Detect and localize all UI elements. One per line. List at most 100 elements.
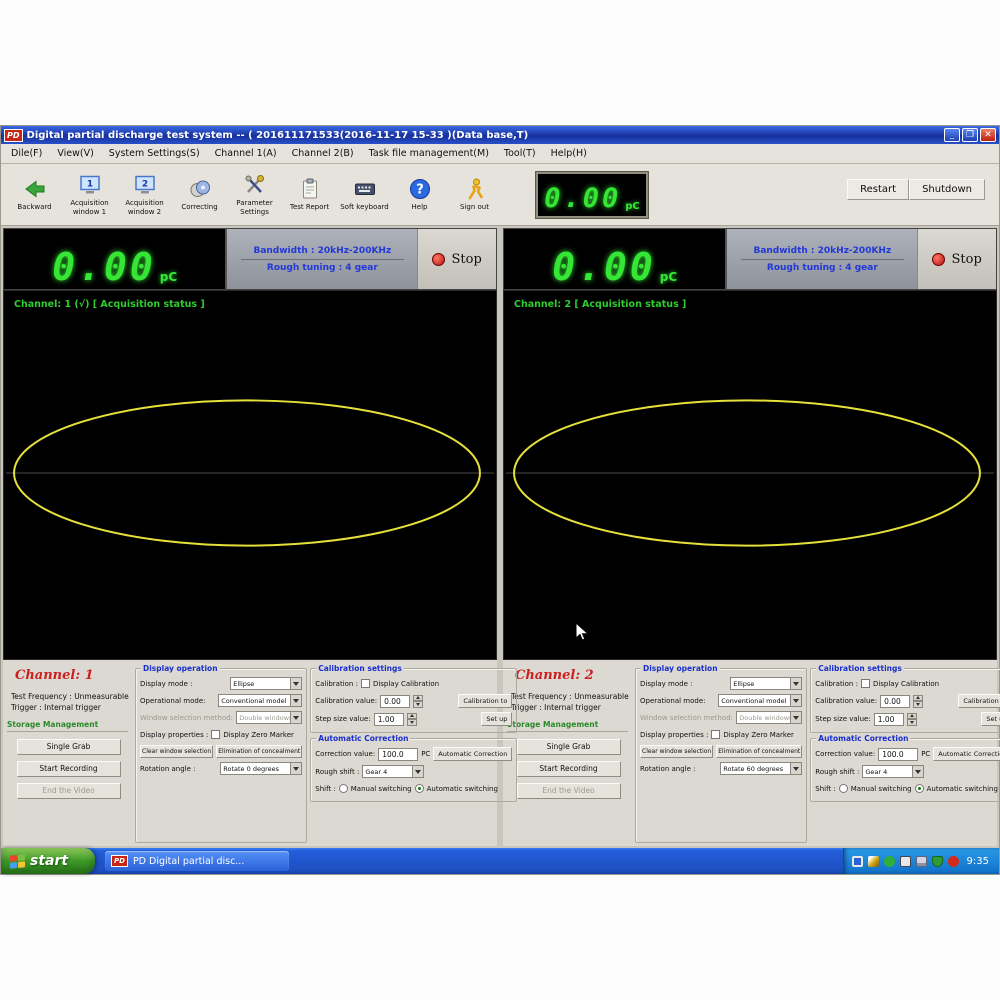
storage-management-header: Storage Management — [507, 720, 628, 732]
window-2-icon: 2 — [133, 173, 157, 197]
display-calibration-checkbox[interactable] — [361, 679, 370, 688]
manual-switching-radio[interactable] — [839, 784, 848, 793]
chevron-down-icon[interactable] — [290, 678, 301, 689]
single-grab-button[interactable]: Single Grab — [517, 739, 621, 755]
ellipse-trace — [4, 291, 496, 659]
group-title: Calibration settings — [316, 664, 404, 673]
stop-button[interactable]: Stop — [917, 229, 996, 289]
single-grab-button[interactable]: Single Grab — [17, 739, 121, 755]
operational-mode-select[interactable]: Conventional model — [718, 694, 802, 707]
setup-button[interactable]: Set up — [481, 712, 512, 726]
automatic-switching-radio[interactable] — [415, 784, 424, 793]
tray-monitor-icon[interactable] — [852, 856, 863, 867]
automatic-correction-button[interactable]: Automatic Correction — [433, 747, 512, 761]
chevron-down-icon[interactable] — [790, 695, 801, 706]
menu-help[interactable]: Help(H) — [551, 148, 587, 159]
chevron-down-icon[interactable] — [290, 763, 301, 774]
stop-button[interactable]: Stop — [417, 229, 496, 289]
toolbar: Backward 1 Acquisition window 1 2 Acquis… — [1, 164, 999, 226]
rough-shift-label: Rough shift : — [315, 768, 359, 776]
clear-window-button[interactable]: Clear window selection — [640, 745, 713, 758]
channel-info-column: Channel: 1 Test Frequency : Unmeasurable… — [5, 663, 132, 843]
spinner-control[interactable] — [407, 713, 417, 726]
menu-channel-2[interactable]: Channel 2(B) — [292, 148, 354, 159]
elimination-button[interactable]: Elimination of concealment — [716, 745, 802, 758]
menu-task-file-management[interactable]: Task file management(M) — [369, 148, 489, 159]
chevron-down-icon[interactable] — [790, 678, 801, 689]
chevron-down-icon[interactable] — [912, 766, 923, 777]
calibration-value-input[interactable]: 0.00 — [880, 695, 910, 708]
shutdown-button[interactable]: Shutdown — [909, 179, 985, 200]
shift-label: Shift : — [815, 785, 836, 793]
minimize-button[interactable]: _ — [944, 128, 960, 142]
menu-tool[interactable]: Tool(T) — [504, 148, 536, 159]
chevron-down-icon[interactable] — [290, 695, 301, 706]
start-recording-button[interactable]: Start Recording — [517, 761, 621, 777]
storage-management-header: Storage Management — [7, 720, 128, 732]
display-mode-select[interactable]: Ellipse — [730, 677, 802, 690]
restart-button[interactable]: Restart — [847, 179, 909, 200]
sign-out-button[interactable]: Sign out — [447, 168, 502, 222]
test-report-button[interactable]: Test Report — [282, 168, 337, 222]
zero-marker-checkbox[interactable] — [711, 730, 720, 739]
menu-view[interactable]: View(V) — [57, 148, 93, 159]
start-recording-button[interactable]: Start Recording — [17, 761, 121, 777]
tray-keyboard-icon[interactable] — [916, 856, 927, 867]
rotation-angle-select[interactable]: Rotate 60 degrees — [720, 762, 802, 775]
menu-system-settings[interactable]: System Settings(S) — [109, 148, 200, 159]
correcting-icon — [188, 177, 212, 201]
display-mode-select[interactable]: Ellipse — [230, 677, 302, 690]
zero-marker-label: Display Zero Marker — [223, 731, 294, 739]
zero-marker-checkbox[interactable] — [211, 730, 220, 739]
channel-title: Channel: 2 — [515, 668, 632, 683]
chevron-down-icon[interactable] — [790, 763, 801, 774]
calibration-to-button[interactable]: Calibration to — [958, 694, 1000, 708]
spinner-control[interactable] — [913, 695, 923, 708]
display-calibration-checkbox[interactable] — [861, 679, 870, 688]
automatic-switching-radio[interactable] — [915, 784, 924, 793]
start-button[interactable]: start — [1, 848, 95, 874]
maximize-button[interactable]: ❐ — [962, 128, 978, 142]
spinner-control[interactable] — [413, 695, 423, 708]
rough-shift-select[interactable]: Gear 4 — [862, 765, 924, 778]
tray-messenger-icon[interactable] — [884, 856, 895, 867]
chevron-down-icon[interactable] — [412, 766, 423, 777]
help-button[interactable]: ? Help — [392, 168, 447, 222]
parameter-settings-button[interactable]: Parameter Settings — [227, 168, 282, 222]
setup-button[interactable]: Set up — [981, 712, 1000, 726]
operational-mode-select[interactable]: Conventional model — [218, 694, 302, 707]
automatic-correction-button[interactable]: Automatic Correction — [933, 747, 1000, 761]
window-title: Digital partial discharge test system --… — [27, 130, 944, 141]
backward-button[interactable]: Backward — [7, 168, 62, 222]
rough-shift-select[interactable]: Gear 4 — [362, 765, 424, 778]
elimination-button[interactable]: Elimination of concealment — [216, 745, 302, 758]
tray-ime-icon[interactable] — [900, 856, 911, 867]
group-title: Display operation — [641, 664, 720, 673]
soft-keyboard-button[interactable]: Soft keyboard — [337, 168, 392, 222]
app-window: PD Digital partial discharge test system… — [0, 125, 1000, 875]
zero-marker-label: Display Zero Marker — [723, 731, 794, 739]
clear-window-button[interactable]: Clear window selection — [140, 745, 213, 758]
taskbar-task-button[interactable]: PD PD Digital partial disc... — [105, 851, 289, 871]
tray-pen-icon[interactable] — [868, 856, 879, 867]
close-button[interactable]: ✕ — [980, 128, 996, 142]
tray-antivirus-shield-icon[interactable] — [932, 856, 943, 867]
step-size-label: Step size value: — [315, 715, 370, 723]
correction-value-input[interactable]: 100.0 — [878, 748, 918, 761]
menu-channel-1[interactable]: Channel 1(A) — [215, 148, 277, 159]
display-operation-group: Display operation Display mode : Ellipse… — [135, 668, 307, 843]
manual-switching-radio[interactable] — [339, 784, 348, 793]
acquisition-window-2-button[interactable]: 2 Acquisition window 2 — [117, 168, 172, 222]
correcting-button[interactable]: Correcting — [172, 168, 227, 222]
step-size-input[interactable]: 1.00 — [874, 713, 904, 726]
menu-file[interactable]: Dile(F) — [11, 148, 42, 159]
correction-value-input[interactable]: 100.0 — [378, 748, 418, 761]
tray-alert-icon[interactable] — [948, 856, 959, 867]
spinner-control[interactable] — [907, 713, 917, 726]
display-mode-label: Display mode : — [140, 680, 192, 688]
rotation-angle-select[interactable]: Rotate 0 degrees — [220, 762, 302, 775]
calibration-value-input[interactable]: 0.00 — [380, 695, 410, 708]
step-size-input[interactable]: 1.00 — [374, 713, 404, 726]
calibration-to-button[interactable]: Calibration to — [458, 694, 512, 708]
acquisition-window-1-button[interactable]: 1 Acquisition window 1 — [62, 168, 117, 222]
